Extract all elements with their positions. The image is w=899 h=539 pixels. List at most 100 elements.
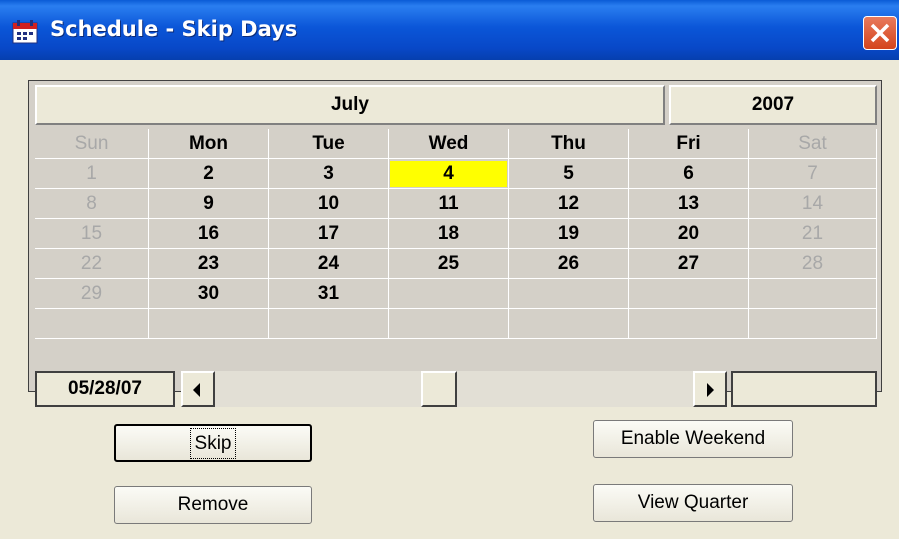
day-cell[interactable]: 9 <box>149 189 269 219</box>
close-icon <box>870 23 890 43</box>
day-number: 1 <box>86 163 97 184</box>
day-cell[interactable]: 17 <box>269 219 389 249</box>
day-cell[interactable]: 23 <box>149 249 269 279</box>
day-cell[interactable]: 16 <box>149 219 269 249</box>
day-number: 31 <box>317 283 340 304</box>
day-cell[interactable]: 20 <box>629 219 749 249</box>
skip-button[interactable]: Skip <box>114 424 312 462</box>
day-cell[interactable]: 18 <box>389 219 509 249</box>
day-cell[interactable]: 13 <box>629 189 749 219</box>
day-number: 19 <box>557 223 580 244</box>
day-number: 8 <box>86 193 97 214</box>
day-number: 12 <box>557 193 580 214</box>
day-cell[interactable] <box>629 309 749 339</box>
day-cell[interactable]: 19 <box>509 219 629 249</box>
weekday-header: Sat <box>749 129 877 159</box>
day-number: 30 <box>197 283 220 304</box>
day-number: 11 <box>438 193 459 214</box>
day-cell[interactable] <box>389 279 509 309</box>
year-header[interactable]: 2007 <box>669 85 877 125</box>
day-number: 27 <box>677 253 700 274</box>
arrow-right-icon <box>707 383 714 397</box>
day-cell[interactable] <box>509 279 629 309</box>
day-cell[interactable] <box>269 309 389 339</box>
day-number: 25 <box>437 253 460 274</box>
day-number: 23 <box>197 253 220 274</box>
day-number: 17 <box>317 223 340 244</box>
view-quarter-button[interactable]: View Quarter <box>593 484 793 522</box>
schedule-skip-days-window: Schedule - Skip Days July 2007 Sun Mon Tue… <box>0 0 899 539</box>
day-number: 13 <box>677 193 700 214</box>
day-cell[interactable] <box>509 309 629 339</box>
day-cell[interactable]: 11 <box>389 189 509 219</box>
day-number: 24 <box>317 253 340 274</box>
day-cell[interactable] <box>629 279 749 309</box>
day-number: 18 <box>437 223 460 244</box>
day-number: 29 <box>80 283 103 304</box>
day-cell-selected[interactable]: 4 <box>389 159 509 189</box>
remove-button[interactable]: Remove <box>114 486 312 524</box>
day-cell[interactable]: 1 <box>35 159 149 189</box>
dialog-body: July 2007 Sun Mon Tue Wed Thu Fri Sat 1 2 3 4 5 6 7 8 9… <box>0 60 899 539</box>
calendar-grid: Sun Mon Tue Wed Thu Fri Sat 1 2 3 4 5 6 7 8 9 10 11 12 13 14… <box>35 129 877 365</box>
day-number: 5 <box>563 163 574 184</box>
day-cell[interactable]: 12 <box>509 189 629 219</box>
day-cell[interactable] <box>35 309 149 339</box>
day-cell[interactable]: 5 <box>509 159 629 189</box>
day-number: 14 <box>801 193 824 214</box>
day-number: 9 <box>203 193 214 214</box>
scroll-left-button[interactable] <box>181 371 215 407</box>
weekday-header: Wed <box>389 129 509 159</box>
window-title: Schedule - Skip Days <box>50 17 298 41</box>
weekday-header: Mon <box>149 129 269 159</box>
enable-weekend-button[interactable]: Enable Weekend <box>593 420 793 458</box>
day-cell[interactable]: 21 <box>749 219 877 249</box>
day-number: 16 <box>197 223 220 244</box>
weekday-header: Sun <box>35 129 149 159</box>
day-cell[interactable]: 3 <box>269 159 389 189</box>
day-cell[interactable]: 2 <box>149 159 269 189</box>
day-number: 2 <box>203 163 214 184</box>
day-number: 20 <box>677 223 700 244</box>
day-number: 15 <box>80 223 103 244</box>
day-number: 6 <box>683 163 694 184</box>
day-cell[interactable]: 14 <box>749 189 877 219</box>
calendar-control: July 2007 Sun Mon Tue Wed Thu Fri Sat 1 2 3 4 5 6 7 8 9… <box>28 80 882 407</box>
day-cell[interactable]: 22 <box>35 249 149 279</box>
blank-field <box>731 371 877 407</box>
date-display[interactable]: 05/28/07 <box>35 371 175 407</box>
day-number: 7 <box>807 163 818 184</box>
day-cell[interactable]: 28 <box>749 249 877 279</box>
arrow-left-icon <box>193 383 200 397</box>
day-cell[interactable] <box>149 309 269 339</box>
weekday-header: Thu <box>509 129 629 159</box>
skip-label: Skip <box>189 428 237 459</box>
day-number: 10 <box>317 193 340 214</box>
day-cell[interactable]: 26 <box>509 249 629 279</box>
day-cell[interactable]: 6 <box>629 159 749 189</box>
day-number: 26 <box>557 253 580 274</box>
scroll-right-button[interactable] <box>693 371 727 407</box>
weekday-header: Tue <box>269 129 389 159</box>
day-cell[interactable]: 24 <box>269 249 389 279</box>
day-cell[interactable] <box>749 309 877 339</box>
close-button[interactable] <box>863 16 897 50</box>
day-cell[interactable]: 27 <box>629 249 749 279</box>
month-header[interactable]: July <box>35 85 665 125</box>
day-number: 28 <box>801 253 824 274</box>
title-bar[interactable]: Schedule - Skip Days <box>0 0 899 60</box>
calendar-app-icon <box>12 20 38 44</box>
day-cell[interactable]: 8 <box>35 189 149 219</box>
day-cell[interactable]: 10 <box>269 189 389 219</box>
day-cell[interactable]: 29 <box>35 279 149 309</box>
weekday-header: Fri <box>629 129 749 159</box>
scrollbar-thumb[interactable] <box>421 371 457 407</box>
day-cell[interactable] <box>389 309 509 339</box>
day-cell[interactable] <box>749 279 877 309</box>
day-cell[interactable]: 15 <box>35 219 149 249</box>
day-cell[interactable]: 7 <box>749 159 877 189</box>
day-cell[interactable]: 31 <box>269 279 389 309</box>
day-cell[interactable]: 25 <box>389 249 509 279</box>
day-number: 4 <box>390 161 507 187</box>
day-cell[interactable]: 30 <box>149 279 269 309</box>
